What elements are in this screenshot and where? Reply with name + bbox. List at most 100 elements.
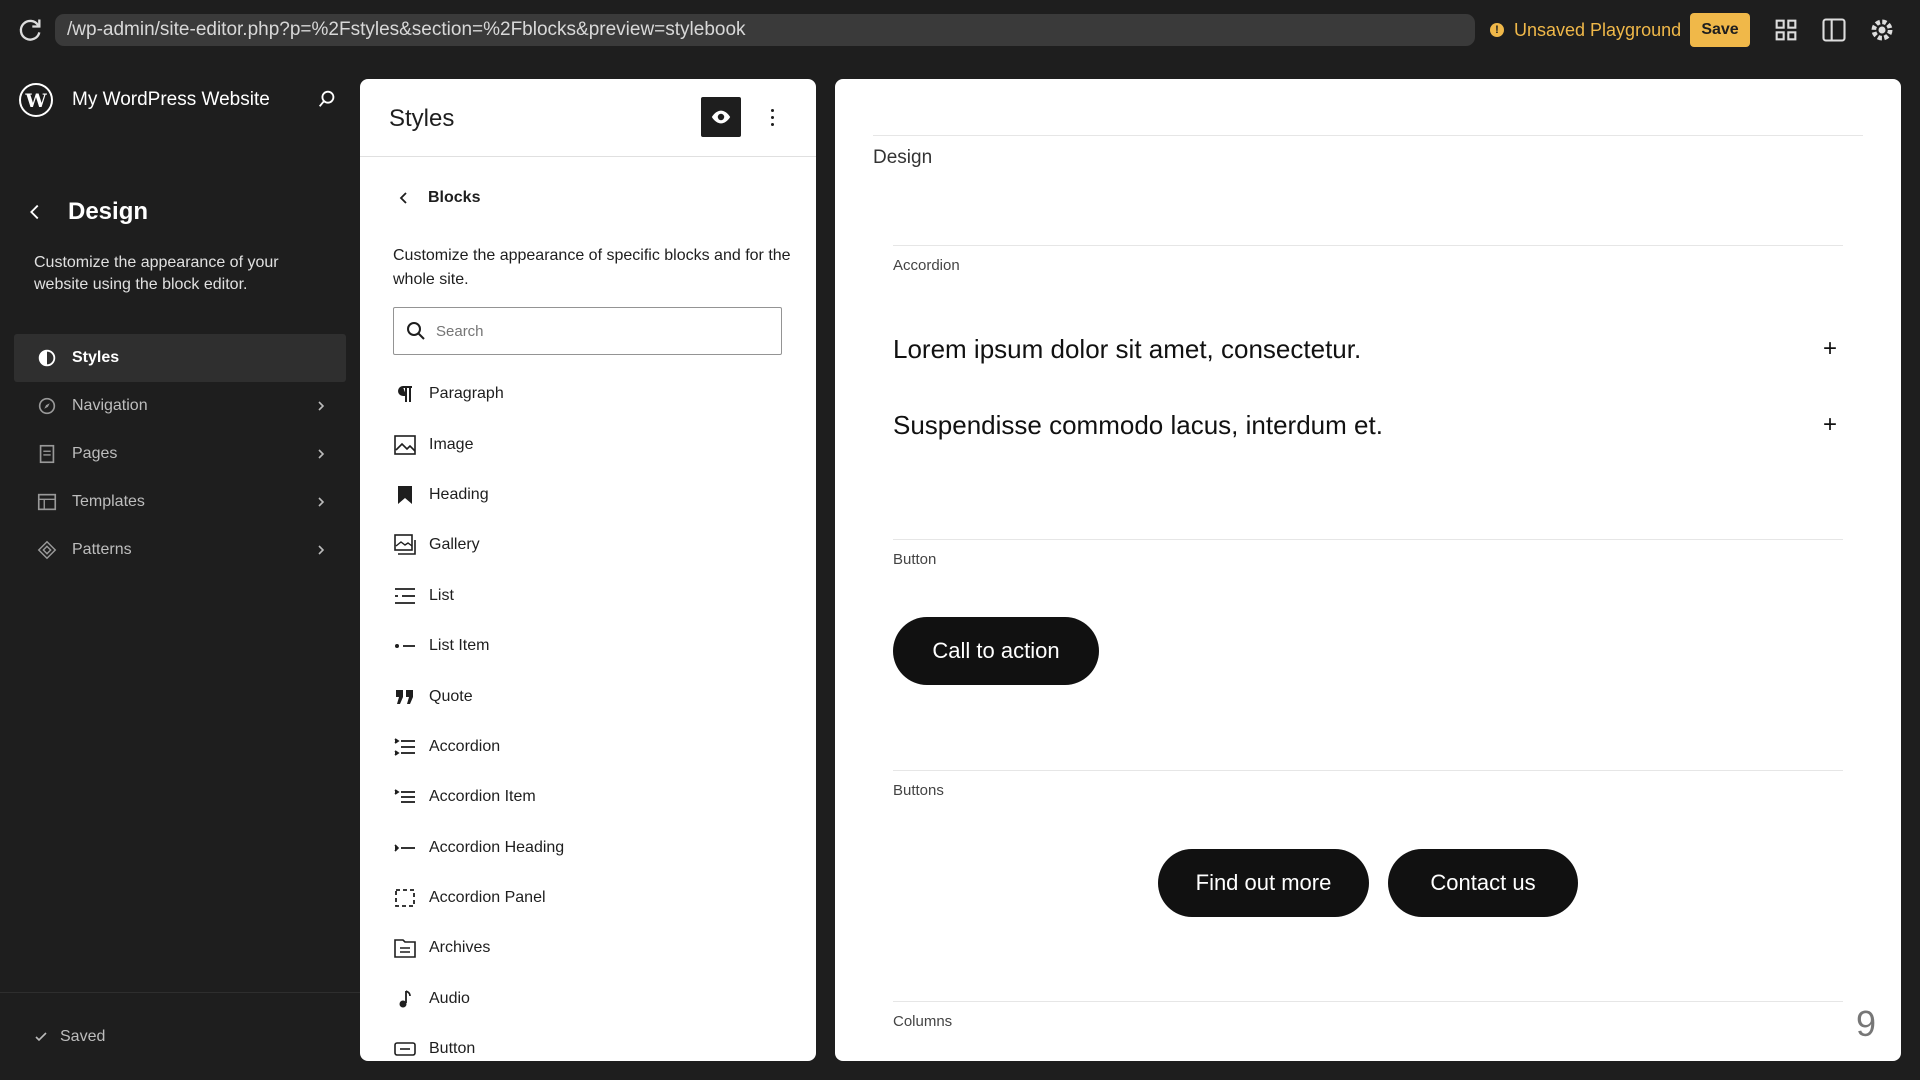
search-icon[interactable] <box>316 88 338 110</box>
block-search[interactable] <box>393 307 782 355</box>
accordion-item-icon <box>393 785 417 809</box>
block-item-label: Archives <box>429 939 491 957</box>
section-label-button[interactable]: Button <box>893 551 936 568</box>
accordion-heading-icon <box>393 836 417 860</box>
block-item-list[interactable]: List <box>393 571 793 621</box>
search-input[interactable] <box>436 322 766 340</box>
panel-header: Styles <box>360 79 816 157</box>
chevron-right-icon <box>318 449 325 459</box>
block-item-quote[interactable]: Quote <box>393 671 793 721</box>
call-to-action-button[interactable]: Call to action <box>893 617 1099 685</box>
block-item-label: Heading <box>429 485 489 503</box>
accordion-item[interactable]: Suspendisse commodo lacus, interdum et. … <box>893 405 1837 445</box>
sidebar-item-label: Patterns <box>72 541 132 558</box>
sidebar-item-label: Pages <box>72 445 118 462</box>
unsaved-label: Unsaved Playground <box>1514 19 1682 40</box>
section-label-columns[interactable]: Columns <box>893 1013 952 1030</box>
block-item-image[interactable]: Image <box>393 419 793 469</box>
reload-icon[interactable] <box>16 16 44 44</box>
back-arrow-icon[interactable] <box>24 201 46 223</box>
chevron-right-icon <box>318 401 325 411</box>
divider <box>873 135 1863 136</box>
design-nav: Styles Navigation Pages Templates Patter… <box>14 334 346 574</box>
sidebar-item-navigation[interactable]: Navigation <box>14 382 346 430</box>
compass-icon <box>38 397 56 415</box>
split-view-icon[interactable] <box>1820 16 1848 44</box>
accordion-heading: Suspendisse commodo lacus, interdum et. <box>893 409 1383 440</box>
site-header[interactable]: W My WordPress Website <box>18 80 338 120</box>
design-header: Design <box>24 198 148 226</box>
eye-icon <box>711 110 731 124</box>
panel-title: Styles <box>389 105 455 132</box>
block-item-audio[interactable]: Audio <box>393 974 793 1024</box>
section-label-buttons[interactable]: Buttons <box>893 782 944 799</box>
symbol-icon <box>37 540 57 560</box>
svg-text:W: W <box>24 90 47 112</box>
gallery-icon <box>393 533 417 557</box>
block-item-heading[interactable]: Heading <box>393 470 793 520</box>
wordpress-logo-icon[interactable]: W <box>18 82 54 118</box>
list-icon <box>393 584 417 608</box>
warning-icon: ! <box>1490 23 1504 37</box>
sidebar-item-label: Templates <box>72 493 145 510</box>
grid-icon[interactable] <box>1772 16 1800 44</box>
sidebar-item-templates[interactable]: Templates <box>14 478 346 526</box>
url-bar[interactable]: /wp-admin/site-editor.php?p=%2Fstyles&se… <box>55 14 1475 46</box>
plus-icon[interactable]: + <box>1823 335 1837 363</box>
more-options-button[interactable] <box>760 101 784 133</box>
block-item-label: Button <box>429 1040 476 1058</box>
page-icon <box>39 444 55 464</box>
back-to-blocks[interactable]: Blocks <box>396 189 480 207</box>
block-item-label: Accordion Item <box>429 788 536 806</box>
sidebar-item-patterns[interactable]: Patterns <box>14 526 346 574</box>
site-name[interactable]: My WordPress Website <box>72 89 270 111</box>
plus-icon[interactable]: + <box>1823 411 1837 439</box>
accordion-icon <box>393 735 417 759</box>
style-book-preview: Design Accordion Lorem ipsum dolor sit a… <box>835 79 1901 1061</box>
chevron-right-icon <box>318 497 325 507</box>
browser-toolbar: /wp-admin/site-editor.php?p=%2Fstyles&se… <box>0 0 1920 60</box>
block-item-label: Quote <box>429 687 473 705</box>
find-out-more-button[interactable]: Find out more <box>1158 849 1369 917</box>
bookmark-icon <box>393 483 417 507</box>
block-item-label: Image <box>429 435 474 453</box>
sidebar-item-label: Navigation <box>72 397 148 414</box>
accordion-item[interactable]: Lorem ipsum dolor sit amet, consectetur.… <box>893 329 1837 369</box>
divider <box>893 539 1843 540</box>
sidebar-item-styles[interactable]: Styles <box>14 334 346 382</box>
unsaved-status[interactable]: ! Unsaved Playground <box>1490 18 1681 42</box>
block-item-accordion-panel[interactable]: Accordion Panel <box>393 873 793 923</box>
gear-icon[interactable] <box>1868 16 1896 44</box>
button-icon <box>393 1037 417 1061</box>
block-item-accordion-heading[interactable]: Accordion Heading <box>393 823 793 873</box>
search-icon <box>407 322 425 340</box>
block-item-accordion[interactable]: Accordion <box>393 722 793 772</box>
section-label-accordion[interactable]: Accordion <box>893 257 960 274</box>
chevron-right-icon <box>318 545 325 555</box>
block-item-label: List <box>429 586 454 604</box>
save-status-label: Saved <box>60 1028 106 1045</box>
half-circle-icon <box>38 349 56 367</box>
footer-divider <box>0 992 360 993</box>
section-description: Customize the appearance of your website… <box>34 254 279 293</box>
block-item-accordion-item[interactable]: Accordion Item <box>393 772 793 822</box>
block-item-label: Paragraph <box>429 385 504 403</box>
save-button[interactable]: Save <box>1690 13 1750 47</box>
chevron-left-icon[interactable] <box>396 190 412 206</box>
block-item-archives[interactable]: Archives <box>393 923 793 973</box>
column-number: 9 <box>1855 1003 1876 1044</box>
contact-us-button[interactable]: Contact us <box>1388 849 1578 917</box>
section-title: Design <box>68 198 149 225</box>
style-book-toggle-button[interactable] <box>701 97 741 137</box>
blocks-list: Paragraph Image Heading Gallery List Lis… <box>393 369 793 1061</box>
block-item-button[interactable]: Button <box>393 1024 793 1061</box>
block-item-list-item[interactable]: List Item <box>393 621 793 671</box>
sidebar-item-pages[interactable]: Pages <box>14 430 346 478</box>
list-item-icon <box>393 634 417 658</box>
admin-sidebar: W My WordPress Website Design Customize … <box>0 60 360 1080</box>
blocks-heading: Blocks <box>428 189 481 206</box>
sidebar-item-label: Styles <box>72 349 120 366</box>
panel-description: Customize the appearance of specific blo… <box>393 247 791 288</box>
block-item-gallery[interactable]: Gallery <box>393 520 793 570</box>
block-item-paragraph[interactable]: Paragraph <box>393 369 793 419</box>
